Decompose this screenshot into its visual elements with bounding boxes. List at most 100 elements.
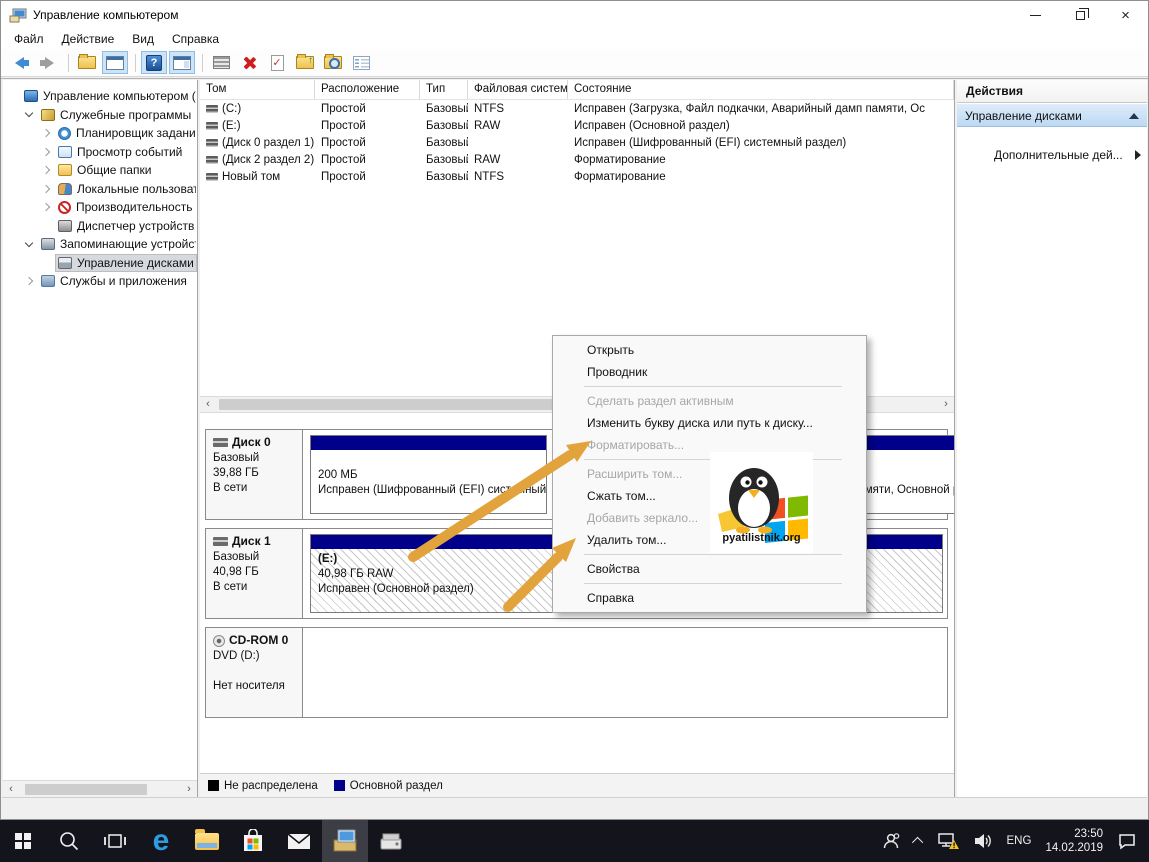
column-header[interactable]: Состояние <box>568 80 954 99</box>
sidebar-item-services[interactable]: Службы и приложения <box>3 272 197 291</box>
start-button[interactable] <box>0 820 46 862</box>
disk-tool-icon[interactable] <box>368 820 414 862</box>
volume-cell: RAW <box>474 119 501 132</box>
context-menu-item[interactable]: Открыть <box>553 339 866 361</box>
forward-icon[interactable] <box>35 51 61 74</box>
clock[interactable]: 23:50 14.02.2019 <box>1045 827 1103 855</box>
sidebar-item-scheduler[interactable]: Планировщик заданий <box>3 124 197 143</box>
action-center-icon[interactable] <box>1117 831 1137 851</box>
tools-icon <box>41 108 55 121</box>
column-header[interactable]: Файловая система <box>468 80 568 99</box>
check-document-icon[interactable]: ✓ <box>264 51 290 74</box>
chevron-right-icon[interactable] <box>41 184 51 193</box>
tree-item-label: Управление компьютером (л <box>43 89 197 104</box>
folder-up-icon[interactable] <box>292 51 318 74</box>
volume-row[interactable]: (Диск 0 раздел 1) Простой Базовый Исправен … <box>200 134 954 151</box>
sidebar-item-computer[interactable]: Управление компьютером (л <box>3 87 197 106</box>
sidebar-item-devices[interactable]: Диспетчер устройств <box>3 217 197 236</box>
legend-color-swatch <box>208 780 219 791</box>
volume-icon[interactable] <box>973 831 993 851</box>
context-menu-item[interactable]: Изменить букву диска или путь к диску... <box>553 412 866 434</box>
toolbar-separator <box>202 53 203 72</box>
show-hidden-icons-icon[interactable] <box>911 836 923 849</box>
partition[interactable]: 200 МБ Исправен (Шифрованный (EFI) систем… <box>310 435 547 514</box>
sidebar-item-tools[interactable]: Служебные программы <box>3 106 197 125</box>
sidebar-item-folders[interactable]: Общие папки <box>3 161 197 180</box>
volume-icon <box>206 155 218 164</box>
actions-group-disk-management[interactable]: Управление дисками <box>957 104 1147 127</box>
network-status-icon[interactable] <box>937 831 959 851</box>
sidebar-item-diskmgmt[interactable]: Управление дисками <box>3 253 197 273</box>
tree-horizontal-scrollbar[interactable]: ‹ › <box>3 780 197 797</box>
volume-row[interactable]: (Диск 2 раздел 2) Простой Базовый RAW Формат… <box>200 151 954 168</box>
disk-label[interactable]: Диск 1 Базовый 40,98 ГБ В сети <box>206 529 303 618</box>
sidebar-item-performance[interactable]: Производительность <box>3 198 197 217</box>
tree-item-label: Планировщик заданий <box>76 126 197 141</box>
restore-button[interactable] <box>1058 1 1103 29</box>
column-header[interactable]: Тип <box>420 80 468 99</box>
actions-more-item[interactable]: Дополнительные дей... <box>957 144 1147 166</box>
show-tree-icon[interactable] <box>74 51 100 74</box>
chevron-right-icon[interactable] <box>41 166 51 175</box>
volume-row[interactable]: Новый том Простой Базовый NTFS Форматировани… <box>200 168 954 185</box>
menubar-item[interactable]: Файл <box>5 30 53 48</box>
context-menu-item[interactable]: Справка <box>553 587 866 609</box>
chevron-right-icon[interactable] <box>24 277 34 286</box>
volume-row[interactable]: (C:) Простой Базовый NTFS Исправен (Загрузка… <box>200 100 954 117</box>
chevron-right-icon[interactable] <box>41 147 51 156</box>
chevron-down-icon[interactable] <box>24 238 34 247</box>
console-window-icon[interactable] <box>102 51 128 74</box>
chevron-right-icon[interactable] <box>41 129 51 138</box>
volume-cell: Исправен (Основной раздел) <box>574 119 730 132</box>
tree-item-label: Диспетчер устройств <box>77 218 195 233</box>
column-header[interactable]: Том <box>200 80 315 99</box>
legend-label: Не распределена <box>224 779 318 792</box>
scrollbar-thumb[interactable] <box>25 783 147 795</box>
volume-row[interactable]: (E:) Простой Базовый RAW Исправен (Основной … <box>200 117 954 134</box>
search-button[interactable] <box>46 820 92 862</box>
search-icon <box>60 832 79 851</box>
settings-list-icon[interactable] <box>348 51 374 74</box>
volume-cell: Простой <box>321 102 366 115</box>
mail-icon[interactable] <box>276 820 322 862</box>
tree-item-label: Служебные программы <box>60 107 192 122</box>
disk-row-2: CD-ROM 0 DVD (D:) Нет носителя <box>205 627 948 718</box>
console-tree-panel: Управление компьютером (л Служебные прогр… <box>3 80 198 797</box>
partition-line: Исправен (Шифрованный (EFI) системный ра… <box>318 484 546 496</box>
microsoft-store-icon[interactable] <box>230 820 276 862</box>
menubar-item[interactable]: Вид <box>123 30 163 48</box>
column-header[interactable]: Расположение <box>315 80 420 99</box>
chevron-down-icon[interactable] <box>24 109 34 118</box>
scroll-right-icon[interactable]: › <box>181 782 197 797</box>
partition-line <box>318 453 539 468</box>
folder-search-icon[interactable] <box>320 51 346 74</box>
menu-separator <box>584 386 842 387</box>
delete-icon[interactable] <box>236 51 262 74</box>
disk-label[interactable]: CD-ROM 0 DVD (D:) Нет носителя <box>206 628 303 717</box>
menubar-item[interactable]: Справка <box>163 30 228 48</box>
scroll-left-icon[interactable]: ‹ <box>3 782 19 797</box>
people-icon[interactable] <box>881 831 901 851</box>
back-icon[interactable] <box>7 51 33 74</box>
language-indicator[interactable]: ENG <box>1007 835 1032 847</box>
disk-label[interactable]: Диск 0 Базовый 39,88 ГБ В сети <box>206 430 303 519</box>
scroll-right-icon[interactable]: › <box>938 397 954 412</box>
computer-management-taskbar-icon[interactable] <box>322 820 368 862</box>
chevron-right-icon[interactable] <box>41 203 51 212</box>
context-menu-item[interactable]: Проводник <box>553 361 866 383</box>
scroll-left-icon[interactable]: ‹ <box>200 397 216 412</box>
sidebar-item-users[interactable]: Локальные пользовате <box>3 180 197 199</box>
collapse-icon[interactable] <box>1129 112 1139 119</box>
help-icon[interactable]: ? <box>141 51 167 74</box>
close-button[interactable]: × <box>1103 1 1148 29</box>
export-list-icon[interactable] <box>208 51 234 74</box>
context-menu-item[interactable]: Свойства <box>553 558 866 580</box>
task-view-button[interactable] <box>92 820 138 862</box>
menubar-item[interactable]: Действие <box>53 30 124 48</box>
file-explorer-icon[interactable] <box>184 820 230 862</box>
minimize-button[interactable] <box>1013 1 1058 29</box>
edge-browser-icon[interactable]: e <box>138 820 184 862</box>
sidebar-item-events[interactable]: Просмотр событий <box>3 143 197 162</box>
action-pane-icon[interactable] <box>169 51 195 74</box>
sidebar-item-storage[interactable]: Запоминающие устройст <box>3 235 197 254</box>
